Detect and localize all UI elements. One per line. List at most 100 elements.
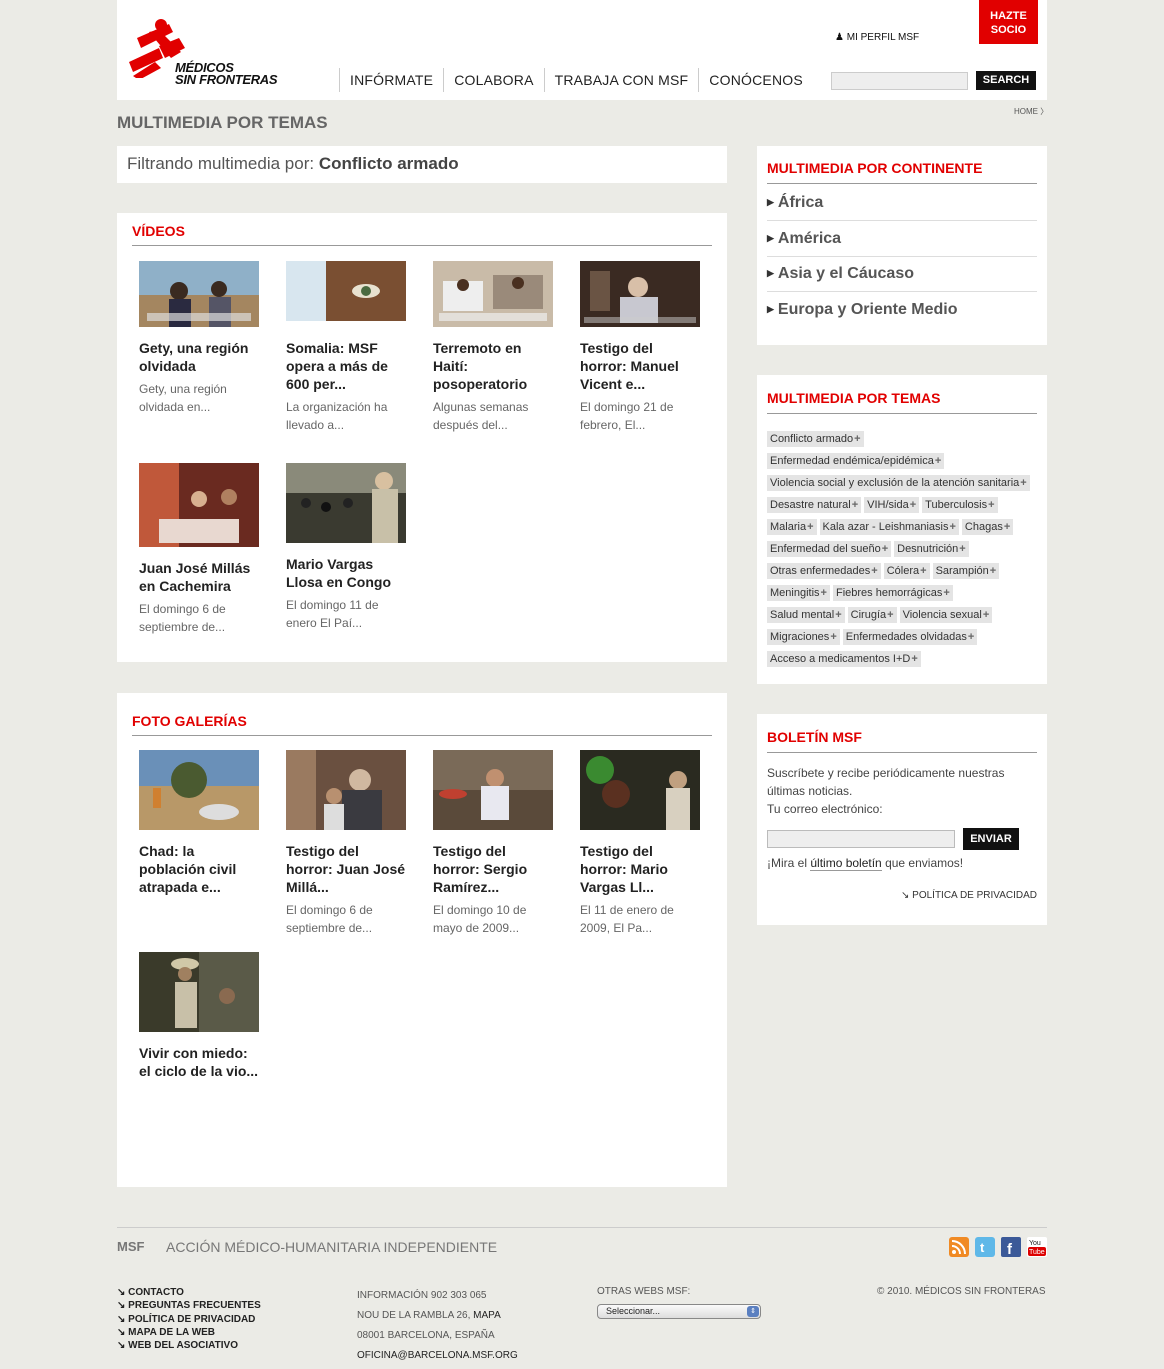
video-thumbnail[interactable]	[139, 463, 259, 547]
footer-email-link[interactable]: OFICINA@BARCELONA.MSF.ORG	[357, 1346, 518, 1366]
become-member-button[interactable]: HAZTE SOCIO	[979, 0, 1038, 44]
video-thumbnail[interactable]	[286, 463, 406, 543]
footer-link-sitemap[interactable]: ↘ MAPA DE LA WEB	[117, 1326, 261, 1339]
video-title[interactable]: Gety, una región olvidada	[139, 339, 261, 375]
gallery-thumbnail[interactable]	[139, 952, 259, 1032]
videos-panel: VÍDEOS Gety, una región olvidada Gety, u…	[117, 213, 727, 662]
nav-trabaja[interactable]: TRABAJA CON MSF	[543, 68, 699, 92]
video-title[interactable]: Somalia: MSF opera a más de 600 per...	[286, 339, 408, 393]
theme-tag[interactable]: Malaria+	[767, 519, 817, 535]
continent-link-asia[interactable]: ▶ Asia y el Cáucaso	[767, 256, 1037, 292]
theme-tag[interactable]: Conflicto armado+	[767, 431, 864, 447]
gallery-card[interactable]: Testigo del horror: Mario Vargas Ll... E…	[580, 750, 702, 937]
privacy-link[interactable]: ↘ POLÍTICA DE PRIVACIDAD	[901, 890, 1037, 901]
plus-icon: +	[982, 609, 990, 621]
theme-tag[interactable]: Salud mental+	[767, 607, 845, 623]
video-card[interactable]: Mario Vargas Llosa en Congo El domingo 1…	[286, 463, 408, 632]
video-card[interactable]: Somalia: MSF opera a más de 600 per... L…	[286, 261, 408, 434]
theme-tag[interactable]: Acceso a medicamentos I+D+	[767, 651, 921, 667]
gallery-title[interactable]: Testigo del horror: Juan José Millá...	[286, 842, 408, 896]
msf-logo[interactable]: MÉDICOS SIN FRONTERAS	[129, 18, 289, 93]
theme-tag[interactable]: Cólera+	[883, 563, 930, 579]
newsletter-email-input[interactable]	[767, 830, 955, 848]
continent-link-europa[interactable]: ▶ Europa y Oriente Medio	[767, 292, 1037, 328]
last-newsletter-link[interactable]: último boletín	[810, 856, 882, 871]
theme-tag[interactable]: Cirugía+	[847, 607, 897, 623]
theme-tag[interactable]: Desnutrición+	[894, 541, 969, 557]
theme-tag[interactable]: Violencia social y exclusión de la atenc…	[767, 475, 1030, 491]
rss-icon[interactable]	[949, 1237, 969, 1257]
svg-text:t: t	[980, 1240, 985, 1255]
gallery-title[interactable]: Testigo del horror: Mario Vargas Ll...	[580, 842, 702, 896]
footer-link-asociativo[interactable]: ↘ WEB DEL ASOCIATIVO	[117, 1339, 261, 1352]
plus-icon: +	[835, 609, 842, 621]
footer-link-privacy[interactable]: ↘ POLÍTICA DE PRIVACIDAD	[117, 1313, 261, 1326]
gallery-title[interactable]: Testigo del horror: Sergio Ramírez...	[433, 842, 555, 896]
nav-colabora[interactable]: COLABORA	[443, 68, 543, 92]
theme-tag[interactable]: Enfermedad del sueño+	[767, 541, 892, 557]
theme-tag[interactable]: Sarampión+	[932, 563, 1000, 579]
theme-tag[interactable]: Tuberculosis+	[922, 497, 998, 513]
footer-links: ↘ CONTACTO ↘ PREGUNTAS FRECUENTES ↘ POLÍ…	[117, 1286, 261, 1352]
breadcrumb-home[interactable]: HOME 〉	[1014, 106, 1048, 117]
video-card[interactable]: Gety, una región olvidada Gety, una regi…	[139, 261, 261, 416]
search-button[interactable]: SEARCH	[976, 71, 1036, 90]
footer-link-faq[interactable]: ↘ PREGUNTAS FRECUENTES	[117, 1299, 261, 1312]
video-title[interactable]: Mario Vargas Llosa en Congo	[286, 555, 408, 591]
video-title[interactable]: Terremoto en Haití: posoperatorio	[433, 339, 555, 393]
gallery-card[interactable]: Testigo del horror: Juan José Millá... E…	[286, 750, 408, 937]
other-sites-select[interactable]: Seleccionar... ⇕	[597, 1304, 761, 1319]
plus-icon: +	[830, 631, 837, 643]
video-thumbnail[interactable]	[139, 261, 259, 327]
plus-icon: +	[943, 587, 950, 599]
continent-link-africa[interactable]: ▶ África	[767, 185, 1037, 221]
my-profile-link[interactable]: ♟ MI PERFIL MSF	[835, 32, 919, 43]
divider	[767, 183, 1037, 184]
gallery-thumbnail[interactable]	[286, 750, 406, 830]
theme-tag[interactable]: Enfermedades olvidadas+	[842, 629, 978, 645]
gallery-thumbnail[interactable]	[433, 750, 553, 830]
video-thumbnail[interactable]	[286, 261, 406, 327]
gallery-title[interactable]: Chad: la población civil atrapada e...	[139, 842, 261, 896]
video-title[interactable]: Juan José Millás en Cachemira	[139, 559, 261, 595]
continent-link-america[interactable]: ▶ América	[767, 221, 1037, 257]
gallery-card[interactable]: Testigo del horror: Sergio Ramírez... El…	[433, 750, 555, 937]
video-card[interactable]: Juan José Millás en Cachemira El domingo…	[139, 463, 261, 636]
theme-tag[interactable]: Enfermedad endémica/epidémica+	[767, 453, 945, 469]
video-title[interactable]: Testigo del horror: Manuel Vicent e...	[580, 339, 702, 393]
theme-tag[interactable]: VIH/sida+	[864, 497, 920, 513]
theme-tag[interactable]: Migraciones+	[767, 629, 840, 645]
plus-icon: +	[1003, 521, 1011, 533]
footer-tagline: ACCIÓN MÉDICO-HUMANITARIA INDEPENDIENTE	[166, 1239, 498, 1255]
video-thumbnail[interactable]	[580, 261, 700, 327]
theme-tag[interactable]: Chagas+	[961, 519, 1014, 535]
video-card[interactable]: Testigo del horror: Manuel Vicent e... E…	[580, 261, 702, 434]
footer-divider	[117, 1227, 1047, 1228]
footer-link-contacto[interactable]: ↘ CONTACTO	[117, 1286, 261, 1299]
theme-tag[interactable]: Desastre natural+	[767, 497, 862, 513]
video-thumbnail[interactable]	[433, 261, 553, 327]
youtube-icon[interactable]: You Tube	[1027, 1237, 1047, 1257]
divider	[132, 735, 712, 736]
twitter-icon[interactable]: t	[975, 1237, 995, 1257]
gallery-card[interactable]: Chad: la población civil atrapada e...	[139, 750, 261, 896]
gallery-thumbnail[interactable]	[139, 750, 259, 830]
theme-tag[interactable]: Otras enfermedades+	[767, 563, 881, 579]
gallery-card[interactable]: Vivir con miedo: el ciclo de la vio...	[139, 952, 261, 1080]
gallery-title[interactable]: Vivir con miedo: el ciclo de la vio...	[139, 1044, 261, 1080]
newsletter-submit-button[interactable]: ENVIAR	[963, 828, 1019, 850]
nav-informate[interactable]: INFÓRMATE	[339, 68, 443, 92]
theme-tag[interactable]: Kala azar - Leishmaniasis+	[819, 519, 959, 535]
theme-tag[interactable]: Meningitis+	[767, 585, 830, 601]
site-header: MÉDICOS SIN FRONTERAS ♟ MI PERFIL MSF HA…	[117, 0, 1047, 100]
plus-icon: +	[949, 521, 956, 533]
theme-tag[interactable]: Violencia sexual+	[899, 607, 993, 623]
video-card[interactable]: Terremoto en Haití: posoperatorio Alguna…	[433, 261, 555, 434]
search-input[interactable]	[831, 72, 968, 90]
nav-conocenos[interactable]: CONÓCENOS	[698, 68, 813, 92]
theme-tag[interactable]: Fiebres hemorrágicas+	[832, 585, 953, 601]
footer-map-link[interactable]: MAPA	[473, 1310, 501, 1321]
gallery-thumbnail[interactable]	[580, 750, 700, 830]
facebook-icon[interactable]: f	[1001, 1237, 1021, 1257]
newsletter-last-link-text: ¡Mira el último boletín que enviamos!	[767, 856, 964, 871]
